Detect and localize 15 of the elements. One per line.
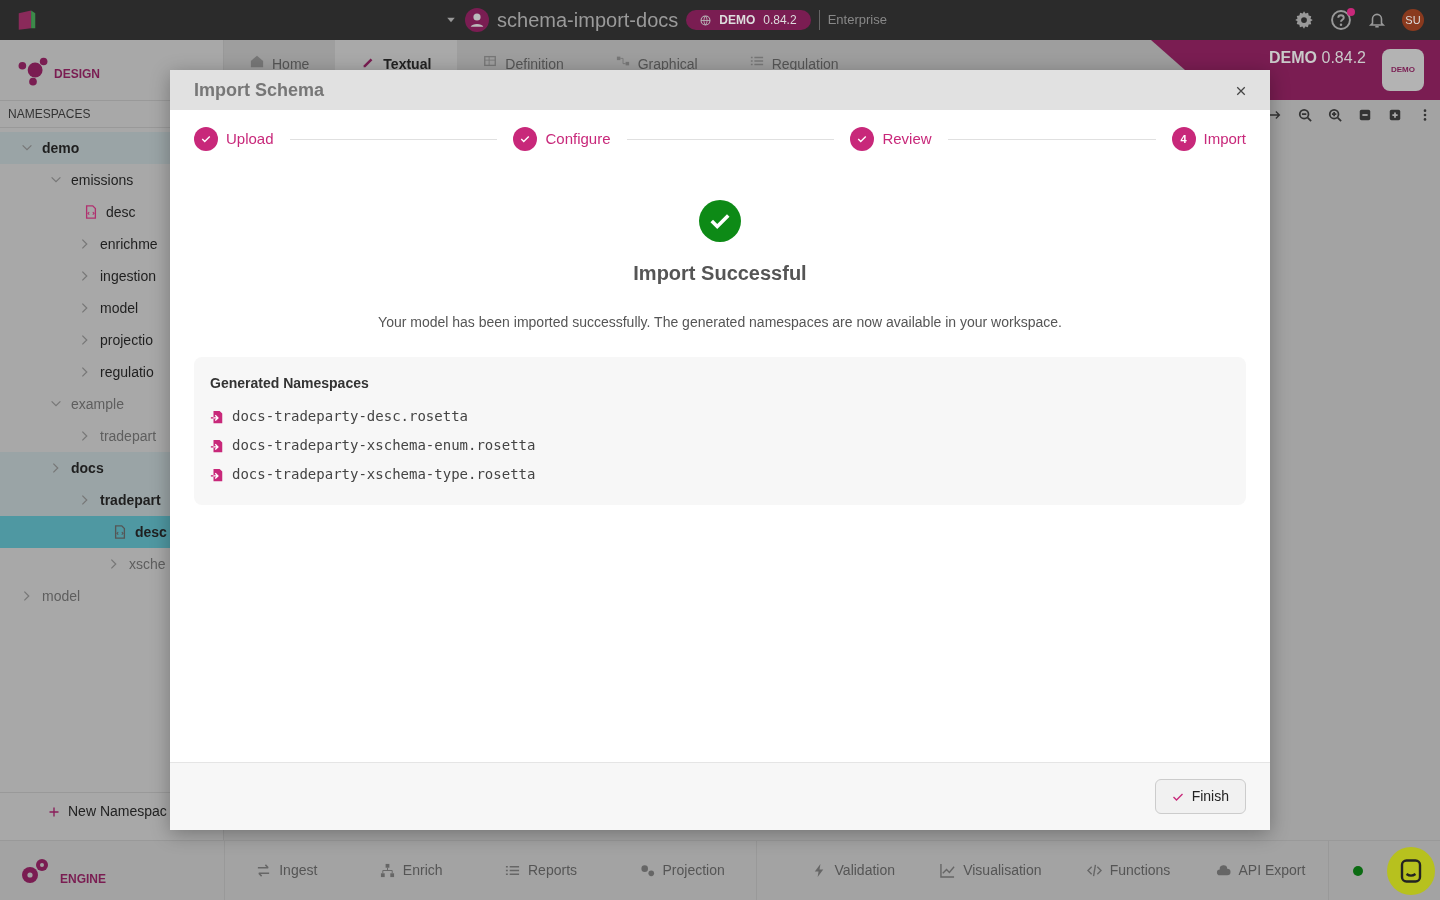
success-title: Import Successful [633, 261, 807, 286]
demo-logo: DEMO [1382, 49, 1424, 91]
namespaces-heading: NAMESPACES [8, 106, 91, 123]
edition-label: Enterprise [818, 10, 887, 30]
engine-label: ENGINE [60, 870, 106, 888]
environment-label: DEMO [719, 12, 756, 29]
modal-title: Import Schema [194, 78, 325, 102]
namespace-file: docs-tradeparty-xschema-type.rosetta [232, 465, 536, 484]
success-message: Your model has been imported successfully. The generated namespaces are now available in your workspace. [378, 313, 1062, 332]
namespaces-heading: Generated Namespaces [210, 374, 370, 393]
namespace-file: docs-tradeparty-xschema-enum.rosetta [232, 436, 536, 455]
version-label: 0.84.2 [763, 12, 797, 29]
namespace-file: docs-tradeparty-desc.rosetta [232, 407, 468, 426]
design-label: DESIGN [54, 66, 100, 83]
banner-version: DEMO 0.84.2 [1269, 48, 1366, 68]
